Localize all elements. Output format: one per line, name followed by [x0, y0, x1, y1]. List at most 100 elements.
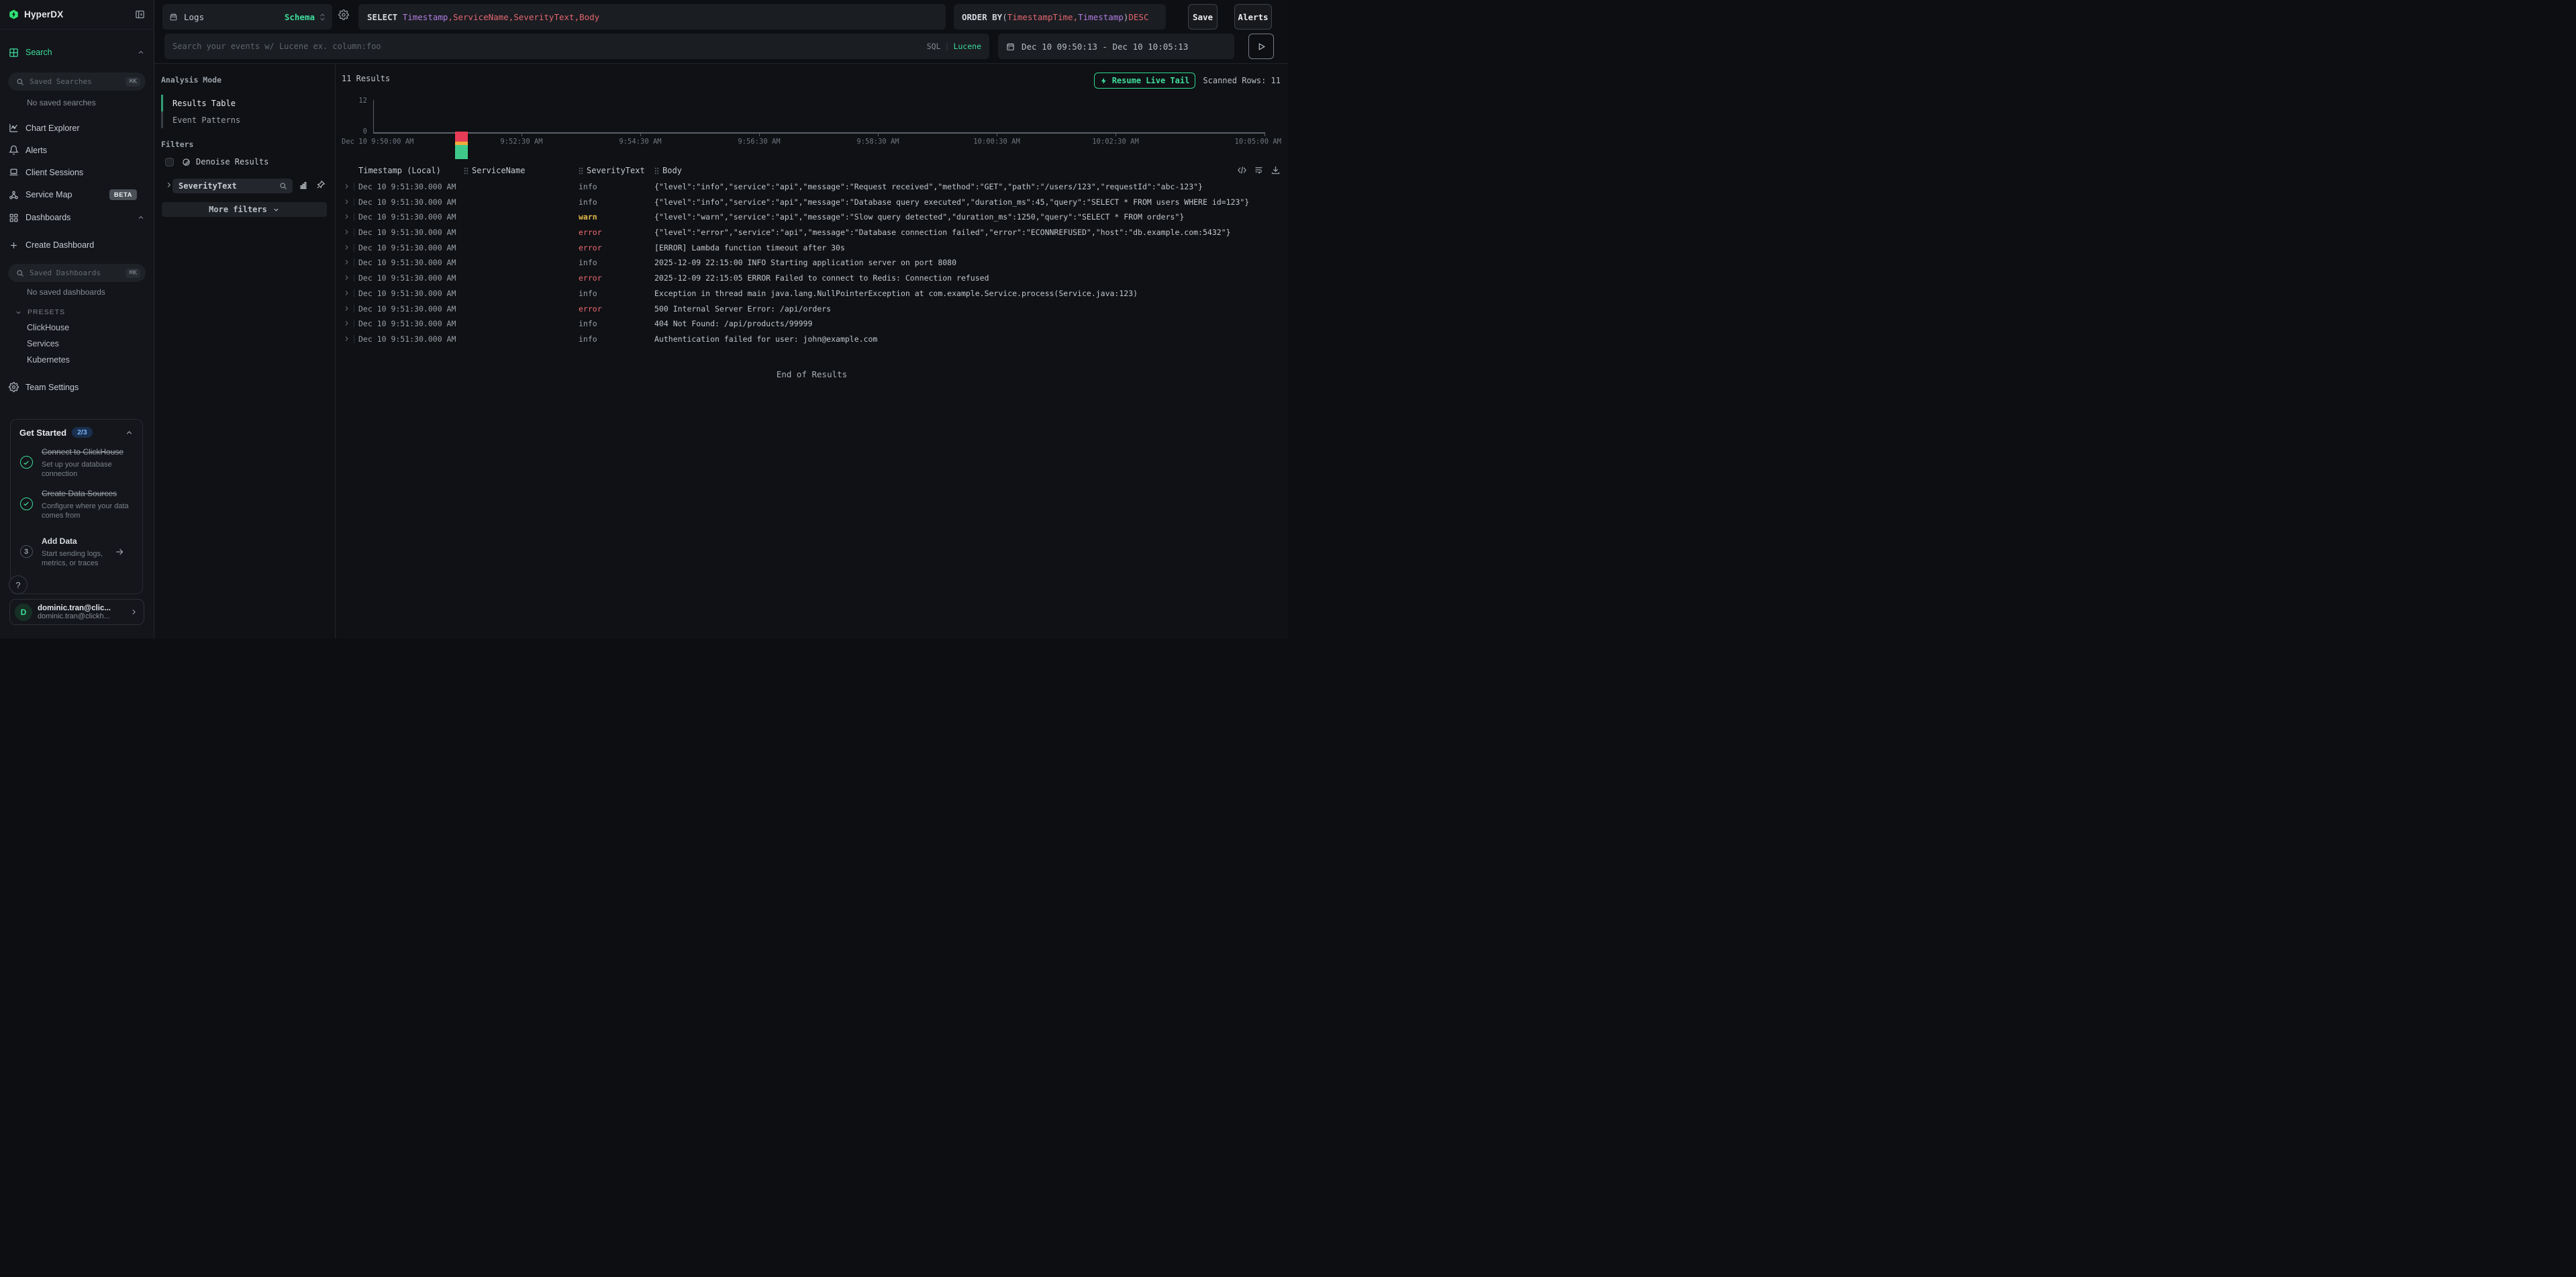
column-severitytext[interactable]: SeverityText [579, 166, 645, 175]
drag-handle-icon[interactable] [654, 167, 659, 175]
chevron-right-icon[interactable] [165, 181, 172, 189]
drag-handle-icon[interactable] [579, 167, 583, 175]
event-search-field[interactable] [172, 42, 927, 51]
create-dashboard-button[interactable]: Create Dashboard [0, 234, 154, 256]
get-started-step-add-data[interactable]: 3 Add Data Start sending logs, metrics, … [19, 535, 134, 569]
chevron-right-icon [130, 608, 138, 616]
sidebar-item-label: Search [26, 48, 52, 57]
select-clause-input[interactable]: SELECT Timestamp,ServiceName,SeverityTex… [358, 4, 946, 30]
more-filters-button[interactable]: More filters [162, 202, 327, 217]
run-search-button[interactable] [1248, 34, 1274, 59]
step-desc: Set up your database connection [42, 460, 125, 479]
saved-dashboards-input[interactable]: ⌘K [8, 264, 146, 282]
preset-clickhouse[interactable]: ClickHouse [0, 320, 154, 336]
sql-toggle[interactable]: SQL [927, 42, 941, 51]
table-row[interactable]: Dec 10 9:51:30.000 AM error {"level":"er… [336, 225, 1288, 240]
source-select[interactable]: Logs Schema [162, 4, 332, 30]
get-started-step-connect[interactable]: Connect to ClickHouse Set up your databa… [19, 446, 134, 479]
sidebar-item-label: Dashboards [26, 213, 70, 222]
sidebar-item-dashboards[interactable]: Dashboards [0, 206, 154, 229]
sidebar-item-client-sessions[interactable]: Client Sessions [0, 161, 154, 183]
search-icon[interactable] [279, 182, 287, 190]
download-icon[interactable] [1271, 165, 1281, 175]
alerts-button[interactable]: Alerts [1234, 4, 1272, 30]
row-expand-icon[interactable] [344, 228, 350, 236]
bell-icon [9, 145, 19, 155]
table-row[interactable]: Dec 10 9:51:30.000 AM info 2025-12-09 22… [336, 255, 1288, 271]
mode-results-table[interactable]: Results Table [161, 95, 322, 111]
save-button[interactable]: Save [1188, 4, 1218, 30]
resume-live-tail-button[interactable]: Resume Live Tail [1094, 73, 1195, 89]
sidebar-item-service-map[interactable]: Service Map BETA [0, 183, 154, 206]
wrap-lines-icon[interactable] [1254, 165, 1264, 175]
table-row[interactable]: Dec 10 9:51:30.000 AM info Authenticatio… [336, 332, 1288, 347]
chevron-up-icon[interactable] [137, 48, 145, 56]
sidebar-item-alerts[interactable]: Alerts [0, 139, 154, 161]
source-settings-gear-icon[interactable] [338, 9, 349, 20]
table-row[interactable]: Dec 10 9:51:30.000 AM error 500 Internal… [336, 301, 1288, 317]
row-expand-icon[interactable] [344, 183, 350, 190]
severity-filter-group[interactable]: SeverityText [172, 179, 293, 193]
row-expand-icon[interactable] [344, 258, 350, 266]
row-expand-icon[interactable] [344, 213, 350, 220]
sidebar: HyperDX Search ⌘K No saved searches [0, 0, 154, 638]
table-row[interactable]: Dec 10 9:51:30.000 AM info 404 Not Found… [336, 316, 1288, 332]
column-servicename[interactable]: ServiceName [464, 166, 525, 175]
preset-services[interactable]: Services [0, 336, 154, 352]
table-row[interactable]: Dec 10 9:51:30.000 AM info {"level":"inf… [336, 195, 1288, 210]
date-range-picker[interactable]: Dec 10 09:50:13 - Dec 10 10:05:13 [998, 34, 1234, 59]
row-expand-icon[interactable] [344, 305, 350, 312]
row-expand-icon[interactable] [344, 335, 350, 342]
get-started-step-sources[interactable]: Create Data Sources Configure where your… [19, 487, 134, 521]
row-expand-icon[interactable] [344, 244, 350, 251]
table-row[interactable]: Dec 10 9:51:30.000 AM info Exception in … [336, 286, 1288, 301]
row-expand-icon[interactable] [344, 289, 350, 297]
table-row[interactable]: Dec 10 9:51:30.000 AM error [ERROR] Lamb… [336, 240, 1288, 256]
cell-severity: info [579, 258, 597, 267]
row-expand-icon[interactable] [344, 320, 350, 327]
saved-dashboards-field[interactable] [30, 269, 126, 277]
column-body[interactable]: Body [654, 166, 682, 175]
table-row[interactable]: Dec 10 9:51:30.000 AM warn {"level":"war… [336, 209, 1288, 225]
pin-icon[interactable] [316, 180, 326, 189]
no-saved-dashboards-note: No saved dashboards [0, 287, 154, 301]
row-expand-icon[interactable] [344, 198, 350, 205]
preset-kubernetes[interactable]: Kubernetes [0, 352, 154, 368]
table-row[interactable]: Dec 10 9:51:30.000 AM info {"level":"inf… [336, 179, 1288, 195]
mode-event-patterns[interactable]: Event Patterns [161, 111, 322, 128]
saved-searches-input[interactable]: ⌘K [8, 73, 146, 91]
help-button[interactable]: ? [9, 575, 28, 594]
step-number-badge: 3 [20, 545, 33, 558]
chevron-up-icon[interactable] [125, 428, 134, 437]
order-by-input[interactable]: ORDER BY (TimestampTime, Timestamp) DESC [954, 4, 1166, 30]
chevron-up-icon[interactable] [137, 214, 145, 222]
drag-handle-icon[interactable] [464, 167, 468, 175]
row-expand-icon[interactable] [344, 274, 350, 281]
presets-toggle[interactable]: PRESETS [0, 305, 154, 320]
dashboards-grid-icon [9, 213, 19, 223]
saved-searches-field[interactable] [30, 77, 126, 86]
bar-segment-info [455, 145, 468, 160]
step-title: Add Data [42, 536, 77, 546]
bar-chart-icon[interactable] [299, 181, 308, 190]
denoise-checkbox[interactable] [165, 158, 174, 167]
results-table-body: Dec 10 9:51:30.000 AM info {"level":"inf… [336, 179, 1288, 347]
sidebar-item-chart-explorer[interactable]: Chart Explorer [0, 117, 154, 139]
event-search-input[interactable]: SQL |Lucene [164, 34, 989, 59]
user-profile[interactable]: D dominic.tran@clic... dominic.tran@clic… [9, 599, 144, 625]
user-name: dominic.tran@clic... [38, 604, 130, 612]
sidebar-item-search[interactable]: Search [0, 41, 154, 64]
column-timestamp[interactable]: Timestamp (Local) [358, 166, 441, 175]
table-row[interactable]: Dec 10 9:51:30.000 AM error 2025-12-09 2… [336, 271, 1288, 286]
progress-badge: 2/3 [72, 427, 93, 438]
calendar-icon [1006, 42, 1015, 51]
toggle-divider: | [945, 42, 950, 51]
column-label: ServiceName [472, 166, 525, 175]
sidebar-item-team-settings[interactable]: Team Settings [0, 376, 154, 398]
sidebar-collapse-icon[interactable] [135, 9, 145, 19]
denoise-label[interactable]: Denoise Results [196, 157, 268, 167]
service-map-icon [9, 190, 19, 200]
user-email: dominic.tran@clickh... [38, 612, 130, 620]
code-view-icon[interactable] [1237, 165, 1247, 175]
lucene-toggle[interactable]: Lucene [953, 42, 981, 51]
